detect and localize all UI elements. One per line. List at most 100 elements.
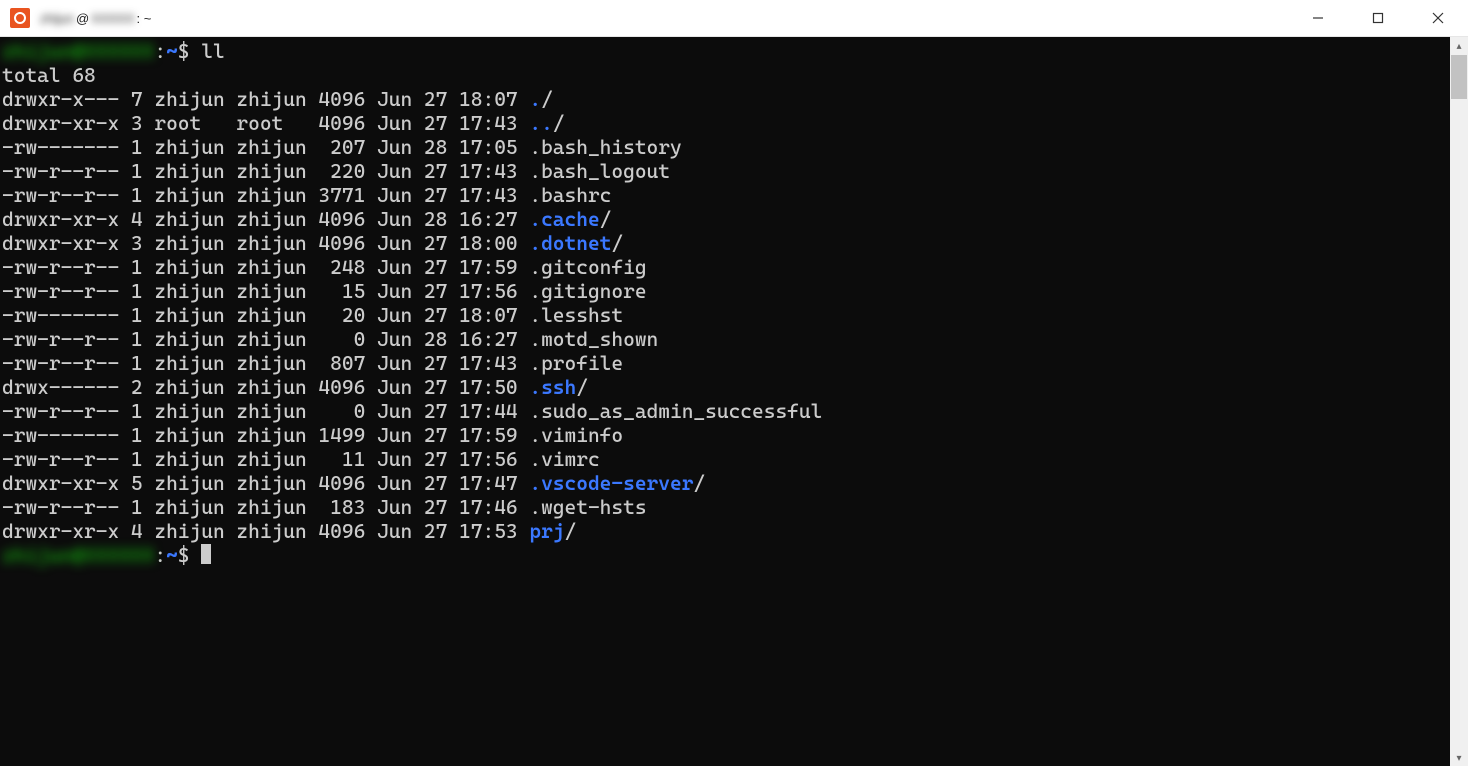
links: 1 — [131, 351, 143, 375]
size: 248 — [318, 255, 365, 279]
day: 27 — [424, 183, 447, 207]
time: 17:05 — [459, 135, 518, 159]
day: 27 — [424, 159, 447, 183]
links: 7 — [131, 87, 143, 111]
owner: zhijun — [154, 375, 224, 399]
file-name: .lesshst — [529, 303, 623, 327]
size: 4096 — [318, 375, 365, 399]
dir-slash: / — [553, 111, 565, 135]
list-row: -rw-r--r-- 1 zhijun zhijun 807 Jun 27 17… — [2, 351, 1444, 375]
time: 16:27 — [459, 207, 518, 231]
file-name: .bashrc — [529, 183, 611, 207]
owner: zhijun — [154, 135, 224, 159]
group: zhijun — [236, 231, 306, 255]
time: 17:59 — [459, 423, 518, 447]
month: Jun — [377, 399, 412, 423]
group: zhijun — [236, 351, 306, 375]
dir-slash: / — [693, 471, 705, 495]
time: 17:44 — [459, 399, 518, 423]
day: 27 — [424, 375, 447, 399]
command-text: ll — [201, 39, 224, 63]
group: zhijun — [236, 399, 306, 423]
prompt-sep: : — [154, 39, 166, 63]
month: Jun — [377, 519, 412, 543]
owner: zhijun — [154, 519, 224, 543]
size: 4096 — [318, 111, 365, 135]
group: zhijun — [236, 159, 306, 183]
perm: -rw-r--r-- — [2, 399, 119, 423]
links: 3 — [131, 231, 143, 255]
group: zhijun — [236, 135, 306, 159]
scroll-track[interactable] — [1450, 55, 1468, 749]
owner: zhijun — [154, 279, 224, 303]
window-titlebar[interactable]: zhijun@XXXXX: ~ — [0, 0, 1468, 37]
group: zhijun — [236, 327, 306, 351]
scrollbar[interactable]: ▴ ▾ — [1450, 37, 1468, 766]
prompt-line-2: zhijun@XXXXXX:~$ — [2, 543, 1444, 567]
month: Jun — [377, 255, 412, 279]
time: 17:50 — [459, 375, 518, 399]
links: 4 — [131, 207, 143, 231]
day: 27 — [424, 279, 447, 303]
month: Jun — [377, 375, 412, 399]
size: 0 — [318, 399, 365, 423]
size: 3771 — [318, 183, 365, 207]
month: Jun — [377, 111, 412, 135]
file-name: .ssh — [529, 375, 576, 399]
owner: zhijun — [154, 87, 224, 111]
group: root — [236, 111, 306, 135]
prompt-symbol: $ — [178, 543, 201, 567]
group: zhijun — [236, 471, 306, 495]
perm: drwxr-x--- — [2, 87, 119, 111]
group: zhijun — [236, 255, 306, 279]
group: zhijun — [236, 87, 306, 111]
time: 17:53 — [459, 519, 518, 543]
perm: -rw-r--r-- — [2, 351, 119, 375]
list-row: -rw------- 1 zhijun zhijun 1499 Jun 27 1… — [2, 423, 1444, 447]
window-controls — [1288, 0, 1468, 36]
file-name: .motd_shown — [529, 327, 658, 351]
close-button[interactable] — [1408, 0, 1468, 36]
time: 17:43 — [459, 111, 518, 135]
list-row: -rw-r--r-- 1 zhijun zhijun 0 Jun 28 16:2… — [2, 327, 1444, 351]
maximize-button[interactable] — [1348, 0, 1408, 36]
size: 4096 — [318, 231, 365, 255]
links: 1 — [131, 399, 143, 423]
size: 220 — [318, 159, 365, 183]
links: 5 — [131, 471, 143, 495]
list-row: -rw-r--r-- 1 zhijun zhijun 3771 Jun 27 1… — [2, 183, 1444, 207]
size: 11 — [318, 447, 365, 471]
file-name: .bash_logout — [529, 159, 670, 183]
month: Jun — [377, 135, 412, 159]
prompt-path: ~ — [166, 39, 178, 63]
month: Jun — [377, 279, 412, 303]
month: Jun — [377, 471, 412, 495]
day: 27 — [424, 423, 447, 447]
scroll-down-arrow-icon[interactable]: ▾ — [1450, 749, 1468, 766]
owner: zhijun — [154, 183, 224, 207]
list-row: drwxr-xr-x 3 zhijun zhijun 4096 Jun 27 1… — [2, 231, 1444, 255]
dir-slash: / — [611, 231, 623, 255]
list-row: -rw-r--r-- 1 zhijun zhijun 11 Jun 27 17:… — [2, 447, 1444, 471]
links: 1 — [131, 423, 143, 447]
file-name: prj — [529, 519, 564, 543]
terminal[interactable]: zhijun@XXXXXX:~$ lltotal 68drwxr-x--- 7 … — [0, 37, 1446, 751]
file-name: .dotnet — [529, 231, 611, 255]
perm: -rw-r--r-- — [2, 495, 119, 519]
links: 1 — [131, 447, 143, 471]
group: zhijun — [236, 279, 306, 303]
list-row: drwxr-xr-x 5 zhijun zhijun 4096 Jun 27 1… — [2, 471, 1444, 495]
dir-slash: / — [541, 87, 553, 111]
file-name: .bash_history — [529, 135, 681, 159]
minimize-button[interactable] — [1288, 0, 1348, 36]
list-row: -rw------- 1 zhijun zhijun 20 Jun 27 18:… — [2, 303, 1444, 327]
scroll-thumb[interactable] — [1451, 55, 1467, 99]
group: zhijun — [236, 447, 306, 471]
perm: -rw-r--r-- — [2, 255, 119, 279]
prompt-host: zhijun@XXXXXX — [2, 39, 154, 63]
month: Jun — [377, 87, 412, 111]
scroll-up-arrow-icon[interactable]: ▴ — [1450, 37, 1468, 55]
time: 18:00 — [459, 231, 518, 255]
owner: zhijun — [154, 327, 224, 351]
file-name: . — [529, 87, 541, 111]
